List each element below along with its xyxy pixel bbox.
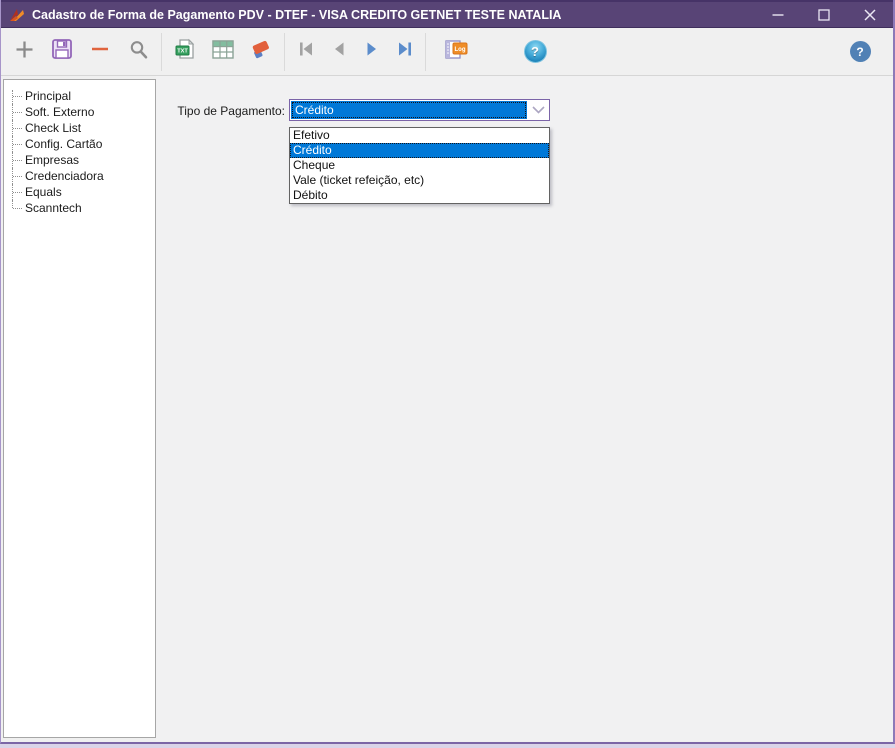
app-window: Cadastro de Forma de Pagamento PDV - DTE… <box>0 0 895 744</box>
close-button[interactable] <box>847 2 893 27</box>
dropdown-option-efetivo[interactable]: Efetivo <box>290 128 549 143</box>
tipo-pagamento-label: Tipo de Pagamento: <box>177 104 285 118</box>
sidebar-item-credenciadora[interactable]: Credenciadora <box>4 168 155 184</box>
svg-text:Log: Log <box>455 47 466 53</box>
save-button[interactable] <box>43 33 81 71</box>
sidebar-item-label: Principal <box>25 89 72 103</box>
sidebar-item-principal[interactable]: Principal <box>4 88 155 104</box>
sidebar-item-label: Soft. Externo <box>25 105 95 119</box>
combobox-selected-value[interactable]: Crédito <box>291 101 527 119</box>
sidebar-item-check-list[interactable]: Check List <box>4 120 155 136</box>
tipo-pagamento-combobox[interactable]: Crédito <box>289 99 550 121</box>
tipo-pagamento-dropdown-list: Efetivo Crédito Cheque Vale (ticket refe… <box>289 127 550 204</box>
log-book-icon: Log <box>445 39 469 65</box>
help-button-secondary[interactable]: ? <box>841 33 879 71</box>
toolbar-separator <box>425 32 426 71</box>
window-controls <box>755 2 893 27</box>
dropdown-option-debito[interactable]: Débito <box>290 188 549 203</box>
eraser-icon <box>250 38 272 65</box>
window-title: Cadastro de Forma de Pagamento PDV - DTE… <box>32 7 562 22</box>
nav-next-icon <box>363 40 381 63</box>
sidebar-item-label: Scanntech <box>25 201 82 215</box>
tree-connector <box>12 104 23 120</box>
tree-connector <box>12 184 23 200</box>
save-floppy-icon <box>51 38 73 65</box>
grid-view-button[interactable] <box>204 33 242 71</box>
sidebar-item-soft-externo[interactable]: Soft. Externo <box>4 104 155 120</box>
dropdown-option-vale[interactable]: Vale (ticket refeição, etc) <box>290 173 549 188</box>
navigation-tree: Principal Soft. Externo Check List Confi… <box>4 80 155 216</box>
dropdown-option-cheque[interactable]: Cheque <box>290 158 549 173</box>
sidebar-tree: Principal Soft. Externo Check List Confi… <box>3 79 156 738</box>
nav-last-icon <box>396 40 414 63</box>
nav-last-button[interactable] <box>388 33 421 71</box>
plus-icon <box>14 39 35 65</box>
nav-first-button[interactable] <box>289 33 322 71</box>
svg-text:TXT: TXT <box>177 49 188 55</box>
help-icon: ? <box>523 40 547 63</box>
minimize-button[interactable] <box>755 2 801 27</box>
table-grid-icon <box>212 39 234 64</box>
log-button[interactable]: Log <box>438 33 476 71</box>
sidebar-item-scanntech[interactable]: Scanntech <box>4 200 155 216</box>
sidebar-item-label: Check List <box>25 121 82 135</box>
toolbar-separator <box>161 32 162 71</box>
sidebar-item-empresas[interactable]: Empresas <box>4 152 155 168</box>
sidebar-item-label: Credenciadora <box>25 169 104 183</box>
tree-connector <box>12 152 23 168</box>
toolbar-separator <box>284 32 285 71</box>
tree-connector <box>12 88 23 104</box>
sidebar-item-label: Empresas <box>25 153 80 167</box>
help-icon: ? <box>849 41 871 62</box>
main-panel: Tipo de Pagamento: Crédito Efetivo Crédi… <box>156 76 893 741</box>
tree-connector <box>12 136 23 152</box>
tree-connector <box>12 168 23 184</box>
search-icon <box>128 39 149 65</box>
titlebar: Cadastro de Forma de Pagamento PDV - DTE… <box>1 0 893 28</box>
sidebar-item-config-cartao[interactable]: Config. Cartão <box>4 136 155 152</box>
maximize-button[interactable] <box>801 2 847 27</box>
txt-file-icon: TXT <box>174 38 196 65</box>
nav-next-button[interactable] <box>355 33 388 71</box>
sidebar-item-label: Config. Cartão <box>25 137 103 151</box>
nav-prev-button[interactable] <box>322 33 355 71</box>
app-logo-icon <box>8 6 26 24</box>
nav-first-icon <box>297 40 315 63</box>
dropdown-option-credito[interactable]: Crédito <box>290 143 549 158</box>
sidebar-item-equals[interactable]: Equals <box>4 184 155 200</box>
toolbar: TXT Log ? ? <box>1 28 893 76</box>
sidebar-item-label: Equals <box>25 185 62 199</box>
nav-prev-icon <box>330 40 348 63</box>
minus-icon <box>90 39 110 64</box>
export-txt-button[interactable]: TXT <box>166 33 204 71</box>
help-button[interactable]: ? <box>516 33 554 71</box>
add-button[interactable] <box>5 33 43 71</box>
chevron-down-icon[interactable] <box>528 100 549 120</box>
window-body: Principal Soft. Externo Check List Confi… <box>1 76 893 741</box>
delete-button[interactable] <box>81 33 119 71</box>
tree-connector <box>12 200 23 216</box>
clear-button[interactable] <box>242 33 280 71</box>
search-button[interactable] <box>119 33 157 71</box>
tree-connector <box>12 120 23 136</box>
